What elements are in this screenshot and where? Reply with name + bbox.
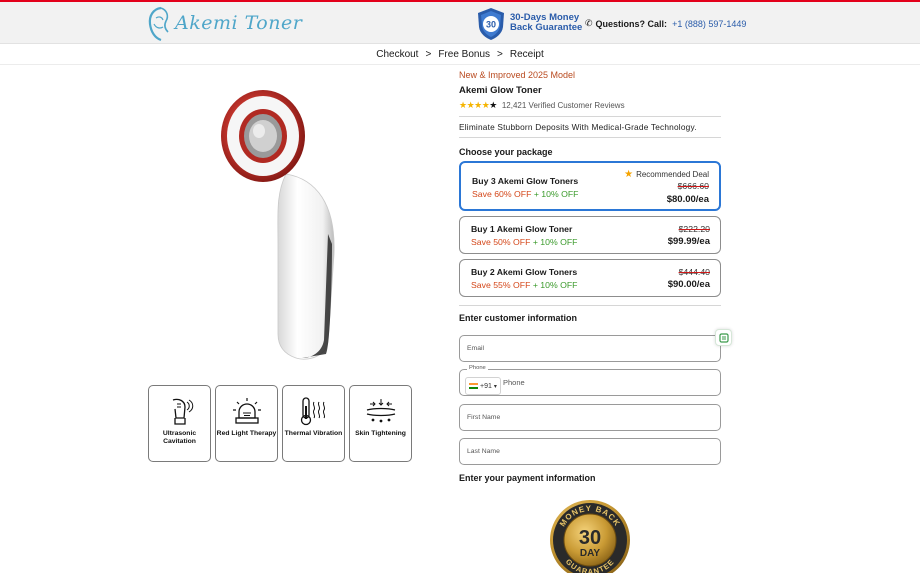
last-name-input[interactable]	[460, 439, 720, 464]
phone-icon: ✆	[585, 18, 593, 28]
autofill-icon[interactable]	[715, 329, 732, 346]
email-input[interactable]	[460, 336, 720, 361]
thermal-icon	[300, 397, 325, 426]
questions-label: Questions? Call:	[595, 18, 668, 29]
package-price: $80.00/ea	[666, 194, 709, 205]
divider	[459, 116, 721, 117]
package-title: Buy 3 Akemi Glow Toners	[472, 176, 579, 186]
feature-list: Ultrasonic Cavitation Red Light Therapy …	[148, 385, 412, 462]
feature-label: Skin Tightening	[355, 430, 406, 437]
last-name-field[interactable]	[459, 438, 721, 465]
product-tagline: Eliminate Stubborn Deposits With Medical…	[459, 122, 697, 132]
package-price: $90.00/ea	[667, 279, 710, 290]
breadcrumb-free-bonus[interactable]: Free Bonus	[438, 49, 490, 60]
phone-field[interactable]: Phone +91 ▾	[459, 365, 721, 396]
india-flag-icon	[469, 382, 478, 390]
recommended-badge: ★ Recommended Deal	[624, 169, 709, 180]
phone-label: Phone	[467, 365, 488, 371]
email-field[interactable]	[459, 335, 721, 362]
guarantee-banner: 30 30-Days Money Back Guarantee	[476, 6, 586, 42]
phone-input[interactable]	[501, 370, 716, 395]
package-savings: Save 55% OFF + 10% OFF	[471, 280, 578, 290]
package-old-price: $666.60	[677, 181, 709, 191]
reviews-count[interactable]: 12,421 Verified Customer Reviews	[502, 101, 625, 110]
skin-tightening-icon	[366, 399, 395, 423]
package-price: $99.99/ea	[667, 236, 710, 247]
country-code-selector[interactable]: +91 ▾	[465, 377, 501, 395]
brand-face-icon	[148, 6, 169, 42]
header: Akemi Toner 30 30-Days Money Back Guaran…	[0, 2, 920, 44]
feature-label: Ultrasonic Cavitation	[162, 430, 197, 445]
package-savings: Save 50% OFF + 10% OFF	[471, 237, 578, 247]
first-name-field[interactable]	[459, 404, 721, 431]
red-light-icon	[232, 398, 261, 424]
divider	[459, 137, 721, 138]
package-old-price: $444.40	[678, 267, 710, 277]
payment-info-heading: Enter your payment information	[459, 473, 596, 483]
star-rating-icon: ★★★★★	[459, 100, 497, 110]
first-name-input[interactable]	[460, 405, 720, 430]
support-contact: ✆ Questions? Call: +1 (888) 597-1449	[585, 18, 746, 29]
guarantee-shield-icon: 30	[478, 8, 504, 40]
feature-card: Red Light Therapy	[215, 385, 278, 462]
autofill-glyph-icon	[718, 332, 729, 343]
feature-card: Skin Tightening	[349, 385, 412, 462]
package-title: Buy 2 Akemi Glow Toners	[471, 267, 578, 277]
model-label: New & Improved 2025 Model	[459, 70, 576, 80]
svg-text:DAY: DAY	[580, 548, 601, 559]
package-option-2[interactable]: Buy 2 Akemi Glow Toners Save 55% OFF + 1…	[459, 259, 721, 297]
breadcrumb-checkout[interactable]: Checkout	[376, 49, 418, 60]
rating-row: ★★★★★ 12,421 Verified Customer Reviews	[459, 100, 721, 111]
breadcrumb: Checkout > Free Bonus > Receipt	[0, 45, 920, 65]
breadcrumb-separator: >	[497, 49, 503, 60]
product-image	[221, 90, 335, 360]
star-icon: ★	[624, 169, 634, 180]
phone-input-wrapper	[501, 370, 716, 395]
package-old-price: $222.20	[678, 224, 710, 234]
money-back-seal: MONEY BACK GUARANTEE 30 DAY	[550, 500, 630, 573]
package-option-1[interactable]: Buy 1 Akemi Glow Toner Save 50% OFF + 10…	[459, 216, 721, 254]
country-code: +91	[480, 382, 492, 390]
packages-heading: Choose your package	[459, 147, 553, 157]
feature-card: Ultrasonic Cavitation	[148, 385, 211, 462]
feature-card: Thermal Vibration	[282, 385, 345, 462]
checkout-panel: New & Improved 2025 Model Akemi Glow Ton…	[459, 70, 721, 157]
breadcrumb-separator: >	[425, 49, 432, 60]
customer-info-heading: Enter customer information	[459, 313, 578, 323]
feature-label: Thermal Vibration	[284, 430, 343, 437]
brand-logo[interactable]: Akemi Toner	[147, 6, 302, 42]
product-name: Akemi Glow Toner	[459, 85, 542, 96]
package-option-3[interactable]: ★ Recommended Deal Buy 3 Akemi Glow Tone…	[459, 161, 721, 211]
recommended-label: Recommended Deal	[636, 170, 709, 179]
svg-text:30: 30	[579, 527, 601, 549]
support-phone-link[interactable]: +1 (888) 597-1449	[672, 19, 746, 29]
package-savings: Save 60% OFF + 10% OFF	[472, 189, 579, 199]
svg-text:30: 30	[486, 20, 496, 30]
feature-label: Red Light Therapy	[216, 430, 277, 437]
guarantee-line-2: Back Guarantee	[510, 22, 583, 33]
package-title: Buy 1 Akemi Glow Toner	[471, 224, 573, 234]
ultrasonic-icon	[172, 398, 193, 425]
guarantee-text: 30-Days Money Back Guarantee	[510, 13, 582, 33]
brand-name: Akemi Toner	[175, 12, 303, 34]
breadcrumb-receipt[interactable]: Receipt	[510, 49, 544, 60]
chevron-down-icon: ▾	[493, 383, 497, 390]
divider	[459, 305, 721, 306]
